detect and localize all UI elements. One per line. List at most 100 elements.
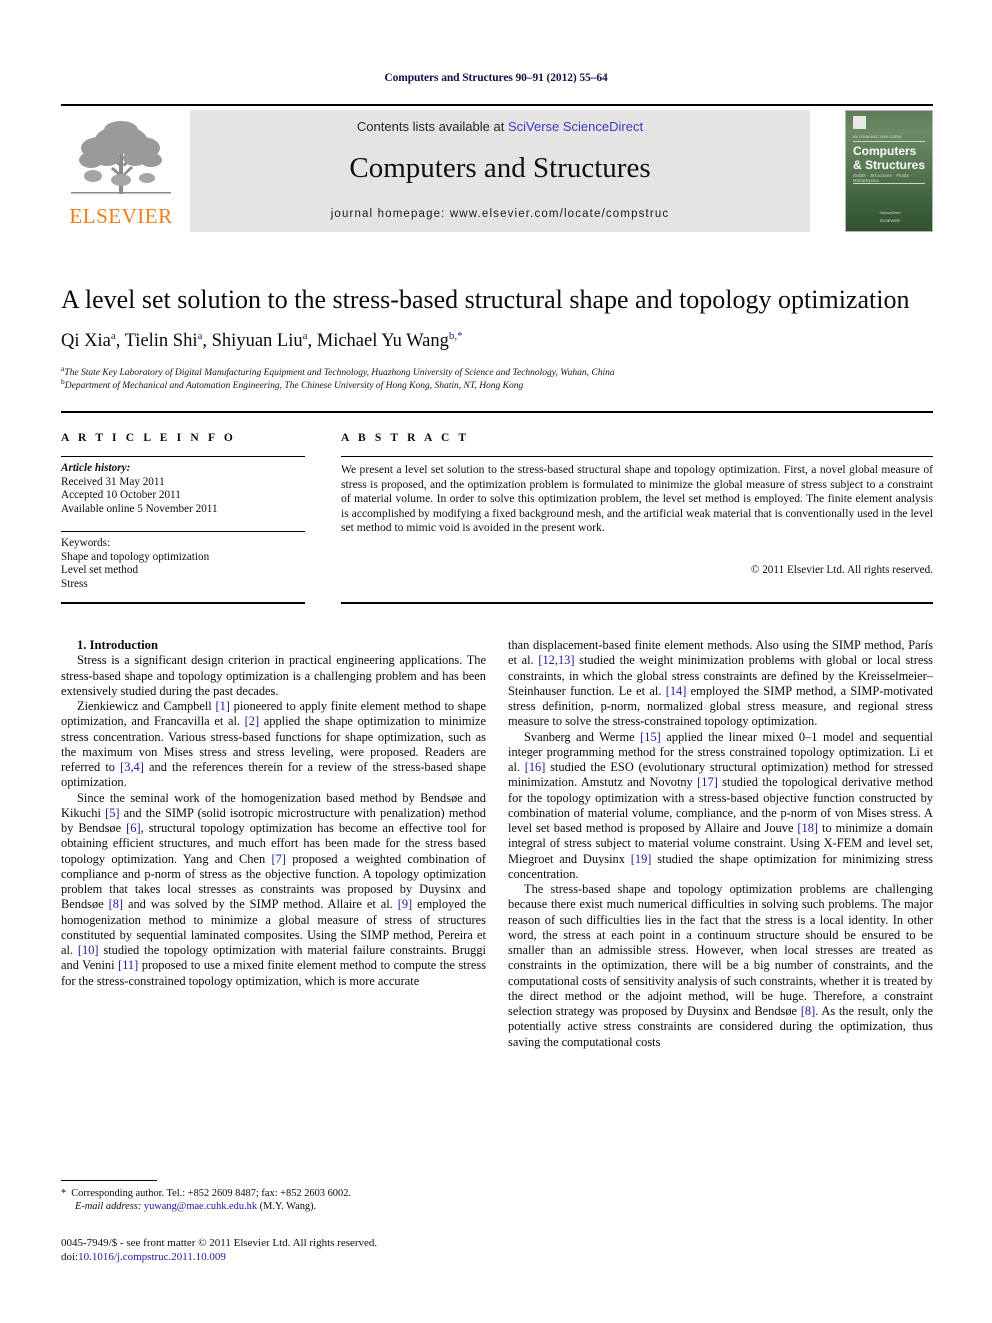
- keyword-item: Stress: [61, 577, 88, 590]
- body-column-left: 1. Introduction Stress is a significant …: [61, 638, 486, 989]
- left-paragraphs: Stress is a significant design criterion…: [61, 653, 486, 989]
- elsevier-logo: ELSEVIER: [61, 110, 181, 232]
- article-history-online: Available online 5 November 2011: [61, 502, 218, 515]
- body-paragraph: Zienkiewicz and Campbell [1] pioneered t…: [61, 699, 486, 791]
- cover-issn-line: AV ISSN0045-7949 CURIA: [853, 135, 902, 139]
- journal-masthead: ELSEVIER Contents lists available at Sci…: [61, 110, 933, 232]
- keyword-item: Level set method: [61, 564, 139, 577]
- article-info-heading: A R T I C L E I N F O: [61, 432, 236, 444]
- corresponding-author-note: * Corresponding author. Tel.: +852 2609 8…: [61, 1187, 486, 1200]
- citation-link[interactable]: [2]: [245, 714, 259, 728]
- paragraph-text: Zienkiewicz and Campbell: [77, 699, 216, 713]
- citation-link[interactable]: [5]: [105, 806, 119, 820]
- doi-label: doi:: [61, 1251, 79, 1263]
- info-section-top-rule: [61, 411, 933, 413]
- abstract-rule-2: [341, 602, 933, 604]
- corresponding-author-text: Corresponding author. Tel.: +852 2609 84…: [71, 1188, 351, 1199]
- article-history-block: Article history: Received 31 May 2011 Ac…: [61, 462, 311, 516]
- cover-subtitle: Solids · Structures · Fluids · Multiphys…: [853, 173, 913, 183]
- abstract-heading: A B S T R A C T: [341, 432, 470, 444]
- abstract-copyright: © 2011 Elsevier Ltd. All rights reserved…: [750, 564, 933, 576]
- cover-footer-line1: ScienceDirect: [879, 211, 901, 215]
- article-history-received: Received 31 May 2011: [61, 475, 165, 488]
- author-name: Michael Yu Wang: [316, 331, 449, 351]
- paragraph-text: The stress-based shape and topology opti…: [508, 882, 933, 1018]
- elsevier-tree-icon: [71, 121, 171, 194]
- citation-link[interactable]: [6]: [126, 821, 140, 835]
- article-info-rule-3: [61, 602, 305, 604]
- cover-publisher-mark-icon: [853, 116, 866, 129]
- keywords-label: Keywords:: [61, 537, 111, 549]
- affiliation-text: Department of Mechanical and Automation …: [64, 381, 524, 391]
- author-name: Tielin Shi: [124, 331, 198, 351]
- paragraph-text: Stress is a significant design criterion…: [61, 653, 486, 698]
- citation-link[interactable]: [7]: [271, 852, 285, 866]
- author-affiliation-marker: a: [302, 329, 308, 342]
- article-history-label: Article history:: [61, 462, 131, 474]
- email-line: E-mail address: yuwang@mae.cuhk.edu.hk (…: [61, 1200, 486, 1213]
- body-paragraph: Svanberg and Werme [15] applied the line…: [508, 730, 933, 883]
- journal-homepage-link[interactable]: journal homepage: www.elsevier.com/locat…: [190, 208, 810, 220]
- citation-link[interactable]: [10]: [78, 943, 99, 957]
- paragraph-text: Svanberg and Werme: [524, 729, 641, 744]
- citation-link[interactable]: [9]: [398, 897, 412, 911]
- affiliation-a: aThe State Key Laboratory of Digital Man…: [61, 365, 941, 380]
- keywords-block: Keywords: Shape and topology optimizatio…: [61, 537, 311, 591]
- elsevier-wordmark: ELSEVIER: [69, 204, 173, 228]
- body-paragraph: Stress is a significant design criterion…: [61, 653, 486, 699]
- citation-link[interactable]: [17]: [697, 775, 718, 789]
- article-history-accepted: Accepted 10 October 2011: [61, 489, 181, 502]
- masthead-top-rule: [61, 104, 933, 106]
- right-paragraphs: than displacement-based finite element m…: [508, 638, 933, 1050]
- email-address-link[interactable]: yuwang@mae.cuhk.edu.hk: [144, 1201, 257, 1212]
- section-heading-introduction: 1. Introduction: [77, 638, 158, 652]
- abstract-rule-1: [341, 456, 933, 458]
- article-first-page: Computers and Structures 90–91 (2012) 55…: [0, 0, 992, 1323]
- page-footer: 0045-7949/$ - see front matter © 2011 El…: [61, 1236, 561, 1264]
- cover-rule-top: [853, 141, 925, 142]
- paragraph-text: and was solved by the SIMP method. Allai…: [123, 897, 398, 912]
- body-paragraph: Since the seminal work of the homogeniza…: [61, 791, 486, 989]
- keyword-item: Shape and topology optimization: [61, 550, 210, 563]
- cover-footer-line2: ELSEVIER: [880, 218, 900, 223]
- article-info-rule-1: [61, 456, 305, 458]
- masthead-band: Contents lists available at SciVerse Sci…: [190, 110, 810, 232]
- doi-line: doi:10.1016/j.compstruc.2011.10.009: [61, 1250, 561, 1264]
- email-label: E-mail address:: [75, 1201, 142, 1212]
- citation-link[interactable]: [3,4]: [120, 760, 144, 774]
- body-column-right: than displacement-based finite element m…: [508, 638, 933, 1050]
- author-name: Shiyuan Liu: [211, 331, 303, 351]
- email-suffix: (M.Y. Wang).: [259, 1201, 317, 1212]
- contents-list-line: Contents lists available at SciVerse Sci…: [190, 119, 810, 134]
- cover-rule-bottom: [853, 183, 925, 184]
- citation-link[interactable]: [16]: [525, 760, 546, 774]
- citation-link[interactable]: [8]: [109, 897, 123, 911]
- article-title: A level set solution to the stress-based…: [61, 285, 910, 314]
- author-affiliation-marker: b,*: [448, 329, 463, 342]
- body-paragraph: The stress-based shape and topology opti…: [508, 882, 933, 1050]
- citation-link[interactable]: [11]: [118, 958, 138, 972]
- affiliation-text: The State Key Laboratory of Digital Manu…: [64, 368, 615, 378]
- author-list: Qi Xiaa, Tielin Shia, Shiyuan Liua, Mich…: [61, 329, 463, 351]
- abstract-text: We present a level set solution to the s…: [341, 463, 933, 535]
- citation-link[interactable]: [19]: [631, 852, 652, 866]
- citation-link[interactable]: [14]: [666, 684, 687, 698]
- doi-link[interactable]: 10.1016/j.compstruc.2011.10.009: [78, 1251, 226, 1263]
- cover-journal-name-line1: Computers: [853, 144, 917, 158]
- author-name: Qi Xia: [61, 331, 111, 351]
- citation-link[interactable]: [15]: [640, 730, 661, 744]
- body-paragraph: than displacement-based finite element m…: [508, 638, 933, 730]
- footnote-rule: [61, 1180, 157, 1182]
- author-affiliation-marker: a: [197, 329, 203, 342]
- contents-prefix: Contents lists available at: [356, 119, 508, 134]
- citation-link[interactable]: [1]: [215, 699, 229, 713]
- sciencedirect-link[interactable]: SciVerse ScienceDirect: [508, 119, 643, 134]
- citation-link[interactable]: [18]: [797, 821, 818, 835]
- affiliation-b: bDepartment of Mechanical and Automation…: [61, 378, 941, 393]
- author-affiliation-marker: a: [110, 329, 116, 342]
- footnote-block: * Corresponding author. Tel.: +852 2609 8…: [61, 1187, 486, 1213]
- journal-title: Computers and Structures: [349, 152, 651, 184]
- citation-link[interactable]: [8]: [801, 1004, 815, 1018]
- footnote-star-marker: *: [61, 1188, 67, 1199]
- citation-link[interactable]: [12,13]: [538, 653, 574, 667]
